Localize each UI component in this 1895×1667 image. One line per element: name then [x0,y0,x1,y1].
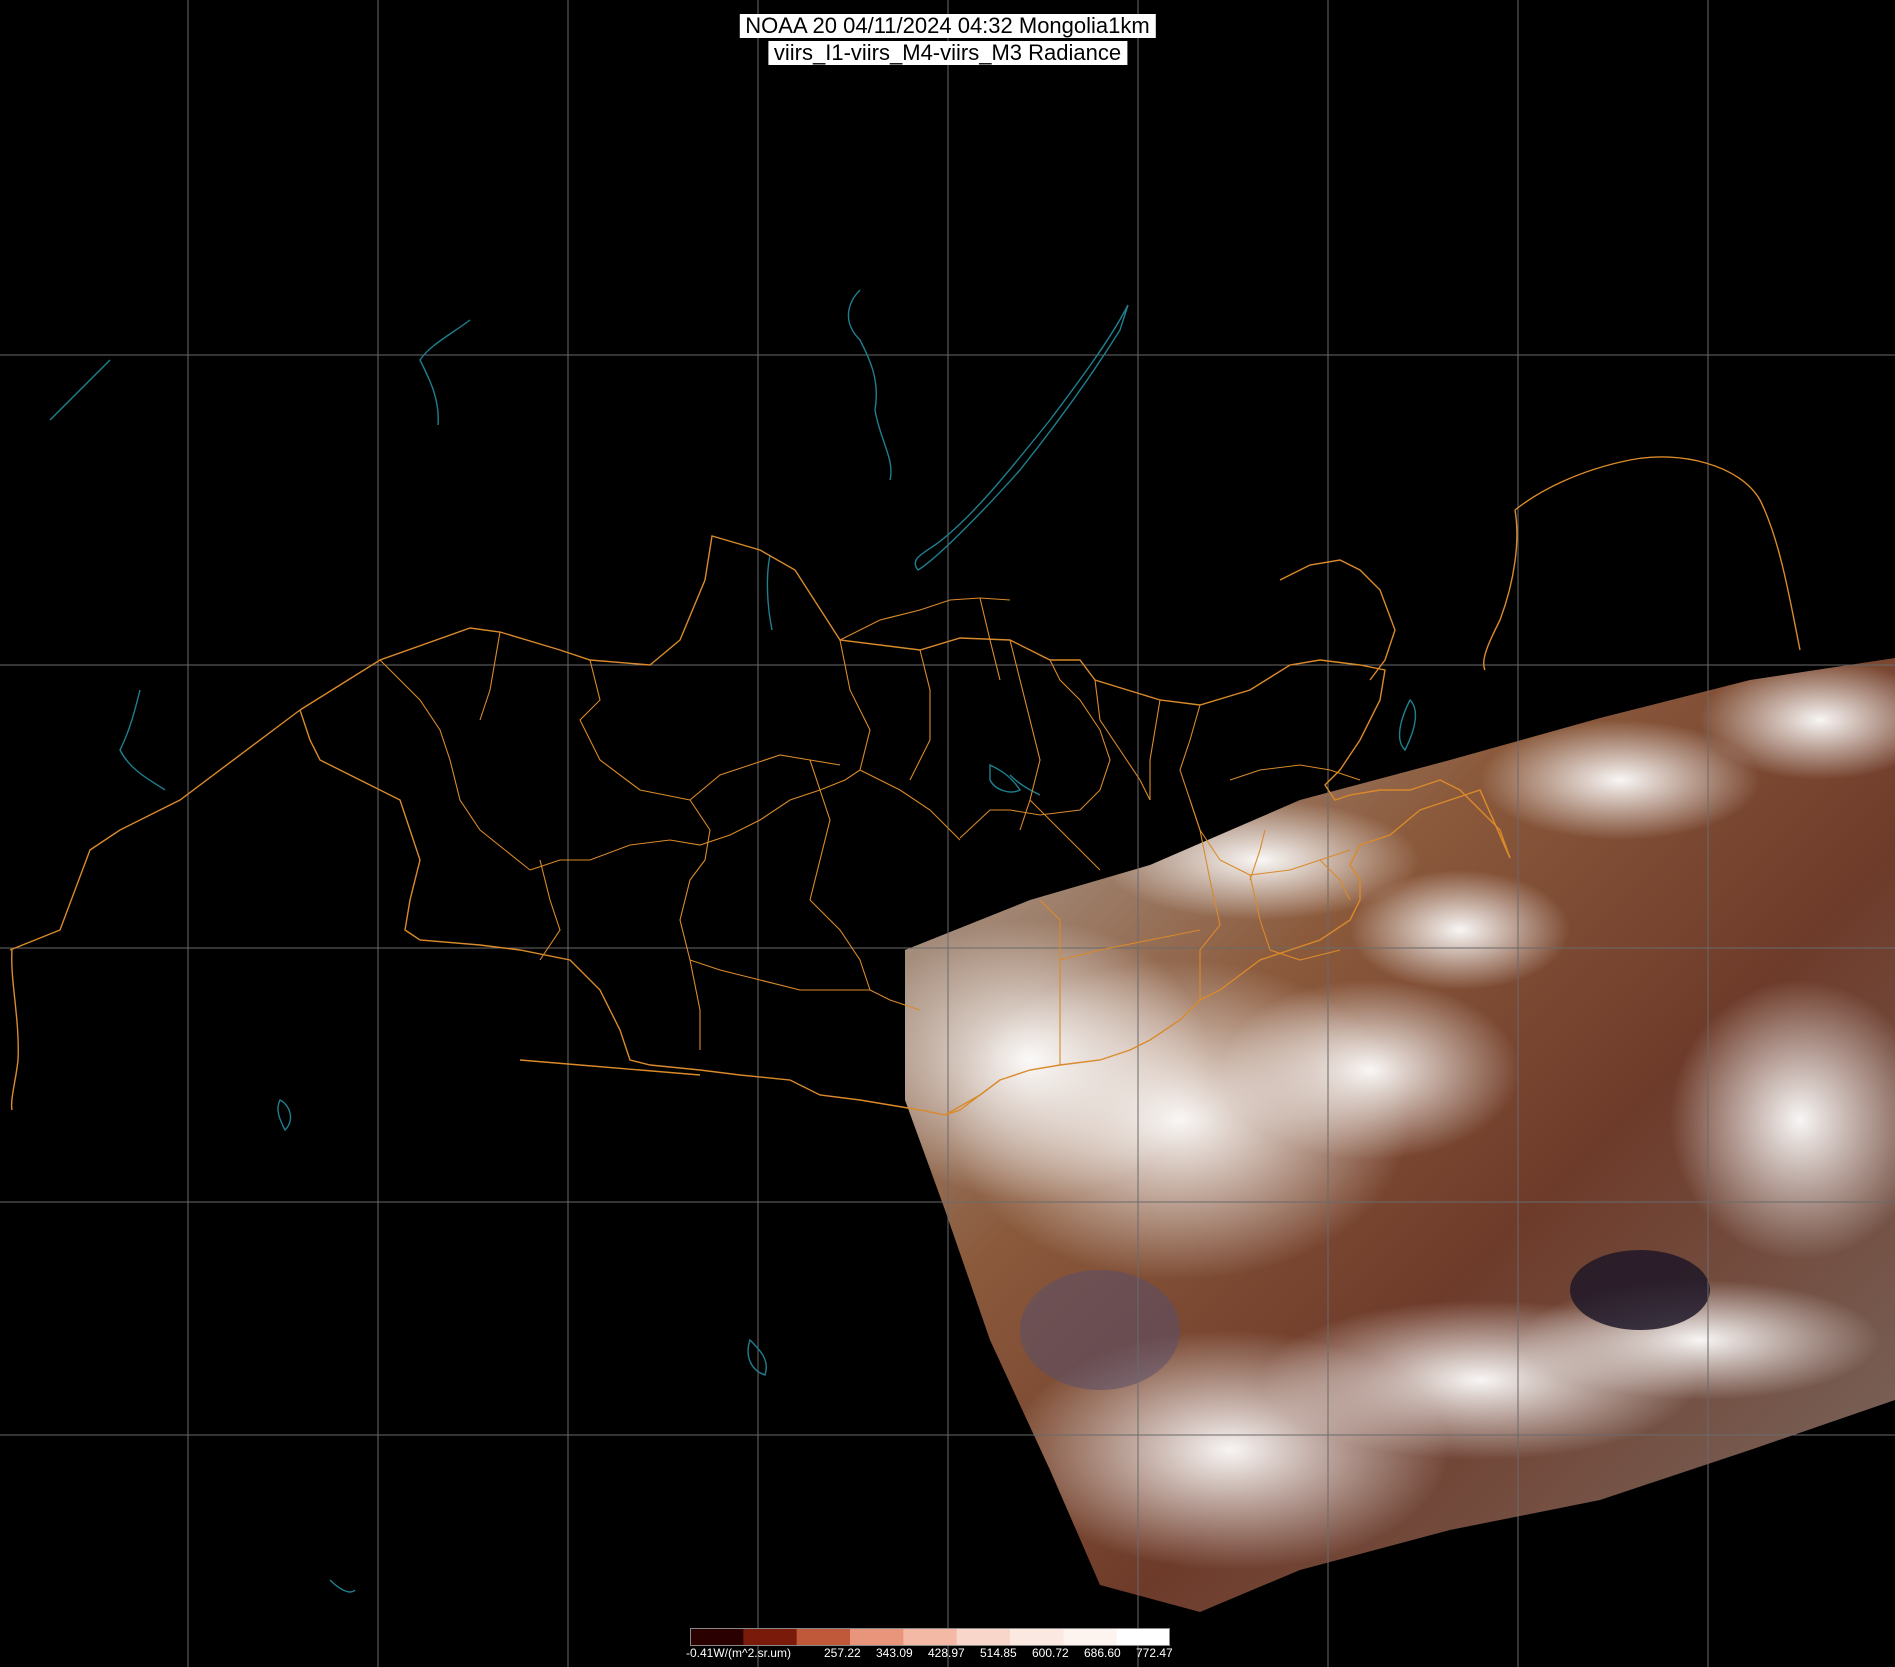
colorbar-segment [903,1628,958,1646]
colorbar-label: 514.85 [980,1646,1017,1660]
image-title-line2: viirs_I1-viirs_M4-viirs_M3 Radiance [767,41,1128,65]
satellite-map [0,0,1895,1667]
colorbar-label: 428.97 [928,1646,965,1660]
colorbar-label: 343.09 [876,1646,913,1660]
colorbar [690,1628,1170,1646]
colorbar-label: -0.41W/(m^2.sr.um) [686,1646,791,1660]
image-title-line1: NOAA 20 04/11/2024 04:32 Mongolia1km [739,14,1156,38]
colorbar-label: 600.72 [1032,1646,1069,1660]
colorbar-segment [743,1628,798,1646]
colorbar-segment [1063,1628,1118,1646]
colorbar-segment [796,1628,851,1646]
colorbar-label: 772.47 [1136,1646,1173,1660]
colorbar-segment [1116,1628,1170,1646]
colorbar-segment [850,1628,904,1646]
colorbar-label: 257.22 [824,1646,861,1660]
colorbar-segment [1010,1628,1064,1646]
colorbar-label: 686.60 [1084,1646,1121,1660]
colorbar-labels: -0.41W/(m^2.sr.um) 257.22 343.09 428.97 … [686,1646,1206,1662]
colorbar-segment [956,1628,1011,1646]
colorbar-segment [690,1628,744,1646]
